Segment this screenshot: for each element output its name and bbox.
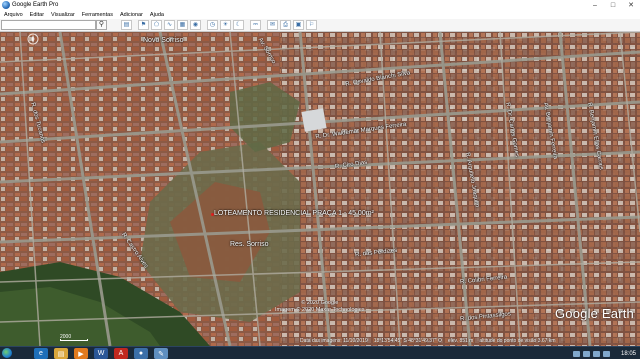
status-bar: Data das imagens: 11/10/2019 18°13'54.45… bbox=[300, 336, 562, 345]
elevation: elev. 851 m bbox=[447, 337, 474, 344]
maximize-button[interactable]: □ bbox=[604, 0, 622, 10]
minimize-button[interactable]: – bbox=[586, 0, 604, 10]
polygon-icon[interactable]: ⬠ bbox=[151, 20, 162, 30]
clock[interactable]: 18:05 bbox=[621, 351, 636, 357]
media-player-icon[interactable]: ▶ bbox=[74, 348, 88, 359]
taskbar-apps: e ▤ ▶ W A ● ✎ bbox=[34, 348, 174, 359]
ie-icon[interactable]: e bbox=[34, 348, 48, 359]
eye-altitude: altitude do ponto de visão 3.67 km bbox=[479, 337, 556, 344]
window-title: Google Earth Pro bbox=[12, 2, 59, 8]
planets-icon[interactable]: ☾ bbox=[233, 20, 244, 30]
tray-icons bbox=[572, 350, 613, 357]
imagery-date: Data das imagens: 11/10/2019 bbox=[300, 337, 368, 344]
title-bar: Google Earth Pro – □ ✕ bbox=[0, 0, 640, 10]
historical-imagery-icon[interactable]: ◷ bbox=[207, 20, 218, 30]
place-label: Res. Sorriso bbox=[230, 241, 269, 248]
search-icon: ⚲ bbox=[98, 21, 105, 28]
word-icon[interactable]: W bbox=[94, 348, 108, 359]
email-icon[interactable]: ✉ bbox=[267, 20, 278, 30]
menu-bar: Arquivo Editar Visualizar Ferramentas Ad… bbox=[0, 10, 640, 19]
scale-legend: 2000 bbox=[60, 334, 100, 341]
sunlight-icon[interactable]: ☀ bbox=[220, 20, 231, 30]
volume-icon[interactable] bbox=[582, 350, 590, 357]
search-button[interactable]: ⚲ bbox=[96, 20, 107, 30]
placemark-icon[interactable]: ⚑ bbox=[138, 20, 149, 30]
google-earth-logo: Google Earth bbox=[554, 306, 634, 321]
imagery-credits: © 2020 Google Imagem © 2020 Maxar Techno… bbox=[275, 300, 365, 314]
pdf-icon[interactable]: A bbox=[114, 348, 128, 359]
print-icon[interactable]: ⎙ bbox=[280, 20, 291, 30]
ruler-icon[interactable]: ⎓ bbox=[250, 20, 261, 30]
maps-icon[interactable]: ⚐ bbox=[306, 20, 317, 30]
taskbar: e ▤ ▶ W A ● ✎ 18:05 bbox=[0, 346, 640, 359]
credit-line: Imagem © 2020 Maxar Technologies bbox=[275, 307, 365, 313]
save-image-icon[interactable]: ▣ bbox=[293, 20, 304, 30]
satellite-imagery bbox=[0, 32, 640, 346]
close-button[interactable]: ✕ bbox=[622, 0, 640, 10]
network-icon[interactable] bbox=[572, 350, 580, 357]
credit-line: © 2020 Google bbox=[301, 300, 339, 306]
battery-icon[interactable] bbox=[592, 350, 600, 357]
coordinates: 18°13'54.45" S 48°31'49.37" O bbox=[373, 337, 442, 344]
map-viewport[interactable]: Novo Sorriso Res. Sorriso R. Osvaldo Bia… bbox=[0, 32, 640, 346]
sidebar-toggle-icon[interactable]: ▤ bbox=[121, 20, 132, 30]
scale-bar bbox=[60, 339, 88, 341]
paint-icon[interactable]: ✎ bbox=[154, 348, 168, 359]
record-tour-icon[interactable]: ◉ bbox=[190, 20, 201, 30]
placemark-label[interactable]: LOTEAMENTO RESIDENCIAL PRAÇA 1 - 45,00m² bbox=[214, 210, 374, 217]
menu-file[interactable]: Arquivo bbox=[4, 12, 23, 18]
start-button[interactable] bbox=[2, 348, 12, 358]
menu-edit[interactable]: Editar bbox=[30, 12, 44, 18]
toolbar-icons: ▤ ⚑ ⬠ ∿ ▦ ◉ ◷ ☀ ☾ ⎓ ✉ ⎙ ▣ ⚐ bbox=[121, 20, 319, 31]
toolbar: ⚲ ▤ ⚑ ⬠ ∿ ▦ ◉ ◷ ☀ ☾ ⎓ ✉ ⎙ ▣ ⚐ bbox=[0, 19, 640, 32]
path-icon[interactable]: ∿ bbox=[164, 20, 175, 30]
image-overlay-icon[interactable]: ▦ bbox=[177, 20, 188, 30]
menu-tools[interactable]: Ferramentas bbox=[82, 12, 113, 18]
folder-icon[interactable]: ▤ bbox=[54, 348, 68, 359]
search-input[interactable] bbox=[1, 20, 96, 30]
system-tray: 18:05 bbox=[572, 348, 636, 359]
menu-add[interactable]: Adicionar bbox=[120, 12, 143, 18]
window-controls: – □ ✕ bbox=[586, 0, 640, 10]
menu-help[interactable]: Ajuda bbox=[150, 12, 164, 18]
google-earth-icon bbox=[2, 1, 10, 9]
flag-icon[interactable] bbox=[602, 350, 610, 357]
menu-view[interactable]: Visualizar bbox=[51, 12, 75, 18]
place-label: Novo Sorriso bbox=[143, 37, 184, 44]
navigation-controls-icon[interactable] bbox=[0, 32, 40, 46]
google-earth-icon[interactable]: ● bbox=[134, 348, 148, 359]
